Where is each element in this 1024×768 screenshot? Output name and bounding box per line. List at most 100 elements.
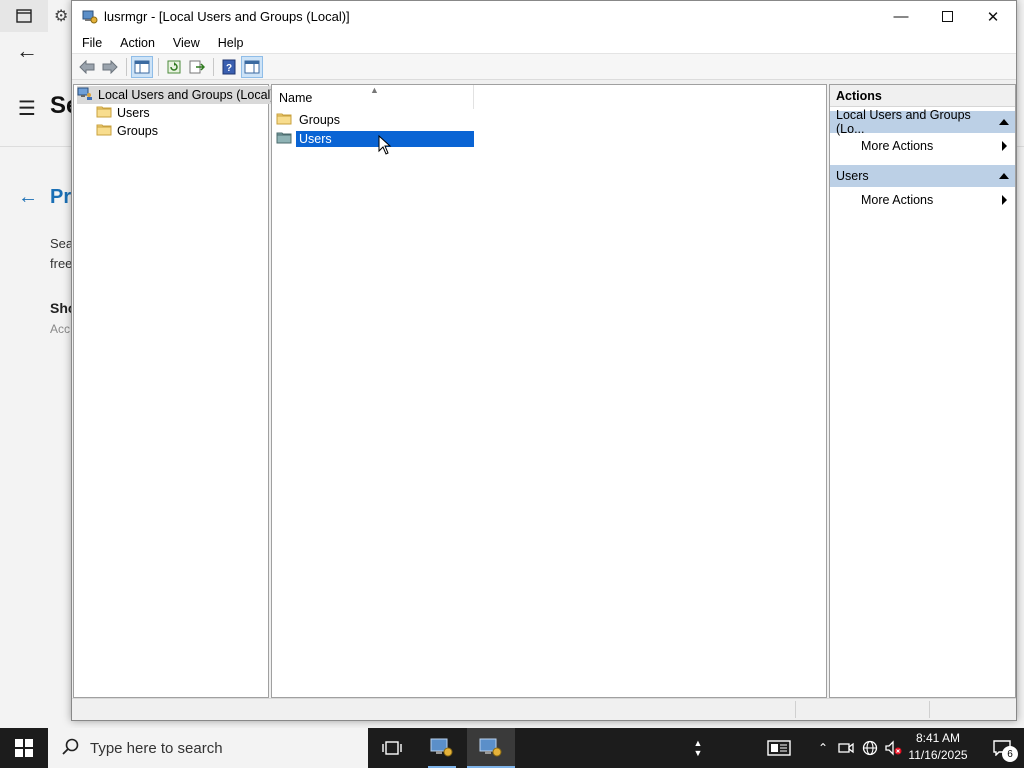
action-pane-icon	[244, 60, 260, 73]
list-item-groups[interactable]: Groups	[276, 111, 474, 129]
menu-bar: File Action View Help	[72, 32, 1016, 54]
taskbar-app-computer-management[interactable]	[418, 728, 466, 768]
news-widget-button[interactable]	[764, 728, 794, 768]
more-actions-label: More Actions	[861, 139, 934, 153]
show-hide-console-tree-button[interactable]	[131, 55, 153, 78]
list-item-label: Groups	[299, 113, 340, 127]
export-list-icon	[189, 60, 205, 73]
taskbar: Type here to search ▲ ▼ ⌃ 8:41 AM 11/16/…	[0, 728, 1024, 768]
actions-pane: Actions Local Users and Groups (Lo... Mo…	[829, 84, 1016, 698]
show-hide-action-pane-button[interactable]	[241, 55, 263, 78]
gear-icon: ⚙	[54, 8, 69, 25]
tree-item-groups[interactable]: Groups	[96, 122, 158, 140]
hamburger-menu-icon[interactable]: ☰	[18, 96, 36, 121]
chevron-up-icon: ⌃	[817, 741, 829, 755]
refresh-button[interactable]	[163, 56, 185, 78]
background-section-heading: Pr	[50, 186, 72, 208]
back-arrow-icon	[79, 59, 95, 74]
show-hidden-icons-button[interactable]: ⌃	[814, 728, 832, 768]
folder-icon	[96, 105, 112, 121]
window-title: lusrmgr - [Local Users and Groups (Local…	[104, 9, 350, 24]
maximize-button[interactable]	[924, 1, 970, 32]
result-list-pane: Name ▲ Groups Users	[271, 84, 827, 698]
toolbar: ?	[72, 54, 1016, 80]
list-item-users[interactable]: Users	[276, 130, 474, 148]
background-text: Sea	[50, 236, 74, 251]
notification-count-badge: 6	[1002, 746, 1018, 762]
meet-now-tray-icon[interactable]	[836, 728, 856, 768]
tree-item-users[interactable]: Users	[96, 104, 150, 122]
system-clock[interactable]: 8:41 AM 11/16/2025	[898, 730, 978, 766]
more-actions-item[interactable]: More Actions	[830, 189, 1015, 211]
forward-arrow-icon	[102, 59, 118, 74]
task-view-icon	[382, 741, 402, 755]
search-placeholder: Type here to search	[90, 739, 223, 757]
toolbar-separator	[213, 57, 214, 76]
minimize-icon: —	[893, 8, 909, 25]
forward-button[interactable]	[99, 56, 121, 78]
actions-section-users[interactable]: Users	[830, 165, 1015, 187]
background-tab-icon[interactable]	[0, 0, 48, 32]
lusrmgr-window: lusrmgr - [Local Users and Groups (Local…	[71, 0, 1017, 721]
section-back-arrow-icon[interactable]: ←	[18, 186, 38, 209]
actions-section-title: Local Users and Groups (Lo...	[836, 108, 971, 136]
menu-action[interactable]: Action	[111, 36, 164, 50]
toolbar-separator	[126, 57, 127, 76]
export-list-button[interactable]	[186, 56, 208, 78]
more-actions-item[interactable]: More Actions	[830, 135, 1015, 157]
background-text: free	[50, 256, 73, 271]
folder-selected-icon	[276, 131, 292, 147]
taskbar-app-lusrmgr[interactable]	[467, 728, 515, 768]
column-header-label: Name	[279, 91, 313, 105]
camera-icon	[838, 742, 854, 754]
help-button[interactable]: ?	[218, 56, 240, 78]
close-icon: ✕	[986, 8, 1000, 26]
maximize-icon	[941, 11, 953, 22]
computer-management-icon	[82, 9, 98, 25]
menu-help[interactable]: Help	[209, 36, 253, 50]
status-bar	[72, 698, 1016, 720]
mouse-cursor-icon	[378, 134, 392, 158]
toolbar-separator	[158, 57, 159, 76]
taskbar-scroll-arrows[interactable]: ▲ ▼	[690, 728, 706, 768]
collapse-icon[interactable]	[999, 119, 1009, 125]
tree-item-label: Users	[117, 106, 150, 120]
background-caption: Acc	[50, 322, 71, 336]
status-bar-divider	[929, 701, 930, 718]
actions-header: Actions	[830, 85, 1015, 107]
folder-icon	[276, 112, 292, 128]
start-button[interactable]	[0, 728, 48, 768]
back-button[interactable]	[76, 56, 98, 78]
folder-icon	[96, 123, 112, 139]
network-tray-icon[interactable]	[860, 728, 880, 768]
actions-section-title: Users	[836, 169, 869, 183]
taskbar-search-box[interactable]: Type here to search	[48, 728, 368, 768]
computer-users-icon	[77, 87, 93, 104]
menu-view[interactable]: View	[164, 36, 209, 50]
tree-item-root[interactable]: Local Users and Groups (Local)	[77, 86, 279, 104]
more-actions-label: More Actions	[861, 193, 934, 207]
console-tree-pane: Local Users and Groups (Local) Users Gro…	[73, 84, 279, 698]
actions-section-local-users-groups[interactable]: Local Users and Groups (Lo...	[830, 108, 1015, 136]
tree-root-label: Local Users and Groups (Local)	[98, 88, 275, 102]
windows-logo-icon	[15, 739, 33, 757]
submenu-arrow-icon	[1002, 141, 1007, 151]
notification-center-button[interactable]: 6	[980, 728, 1024, 768]
menu-file[interactable]: File	[72, 36, 111, 50]
svg-text:?: ?	[226, 63, 232, 74]
close-button[interactable]: ✕	[970, 1, 1016, 32]
clock-date: 11/16/2025	[908, 748, 968, 762]
collapse-icon[interactable]	[999, 173, 1009, 179]
chevron-up-icon[interactable]: ▲	[694, 738, 703, 748]
search-icon	[62, 738, 80, 759]
chevron-down-icon[interactable]: ▼	[694, 748, 703, 758]
minimize-button[interactable]: —	[878, 1, 924, 32]
task-view-button[interactable]	[368, 728, 416, 768]
clock-time: 8:41 AM	[915, 731, 961, 745]
refresh-icon	[167, 60, 181, 73]
sort-ascending-icon: ▲	[370, 85, 379, 95]
back-arrow-icon[interactable]: ←	[16, 38, 38, 64]
title-bar[interactable]: lusrmgr - [Local Users and Groups (Local…	[72, 1, 1016, 32]
news-icon	[767, 740, 791, 756]
tree-item-label: Groups	[117, 124, 158, 138]
